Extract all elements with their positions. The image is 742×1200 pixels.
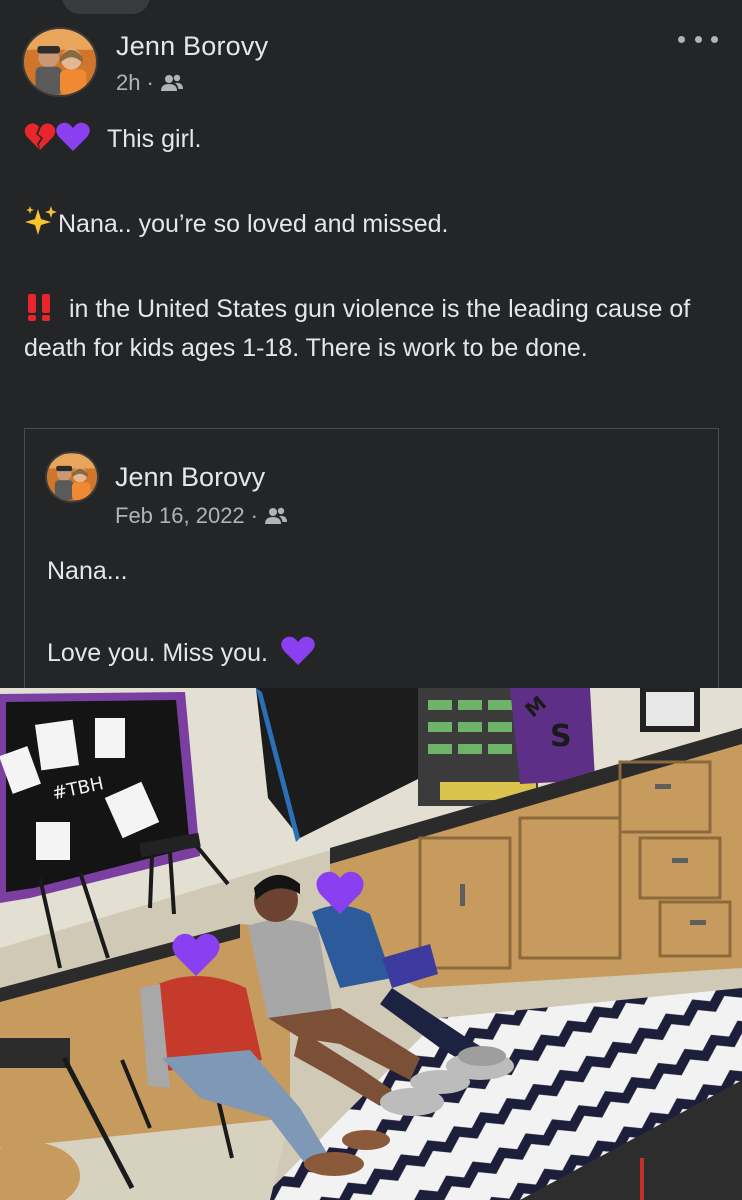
- more-dot: [711, 35, 718, 43]
- post-photo[interactable]: #TBH S M: [0, 688, 742, 1200]
- shared-date[interactable]: Feb 16, 2022: [115, 503, 245, 529]
- more-dot: [678, 35, 685, 43]
- shared-author-avatar[interactable]: [45, 451, 99, 503]
- post-time[interactable]: 2h: [116, 70, 140, 96]
- friends-icon: [160, 74, 183, 91]
- post-meta: 2h ·: [116, 70, 184, 96]
- post-line-3-text: in the United States gun violence is the…: [24, 295, 691, 362]
- friends-icon: [265, 507, 287, 524]
- avatar-photo: [24, 29, 96, 95]
- post-body: This girl. Nana.. you’re so loved and mi…: [24, 120, 724, 368]
- post-header: Jenn Borovy 2h ·: [0, 0, 742, 110]
- shared-line-2-text: Love you. Miss you.: [47, 639, 268, 667]
- shared-line-2: Love you. Miss you.: [47, 633, 315, 673]
- meta-separator: ·: [146, 70, 154, 95]
- sign-letter: S: [550, 719, 572, 754]
- purple-heart-icon: [56, 122, 90, 151]
- double-exclamation-icon: [28, 294, 50, 321]
- meta-separator: ·: [250, 503, 258, 528]
- post-line-2-text: Nana.. you’re so loved and missed.: [58, 210, 449, 238]
- post-line-2: Nana.. you’re so loved and missed.: [24, 205, 724, 244]
- shared-meta: Feb 16, 2022 ·: [115, 503, 288, 529]
- facebook-post-screen: Jenn Borovy 2h · This girl. Nana.. you’r…: [0, 0, 742, 1200]
- more-dot: [694, 35, 702, 43]
- post-line-1-text: This girl.: [106, 125, 202, 153]
- avatar-photo: [47, 453, 97, 501]
- more-options-icon[interactable]: [678, 26, 718, 52]
- post-line-3: in the United States gun violence is the…: [24, 290, 724, 368]
- shared-post-card[interactable]: Jenn Borovy Feb 16, 2022 · Nana... Love …: [24, 428, 719, 698]
- purple-heart-icon: [281, 636, 315, 665]
- post-line-1: This girl.: [24, 120, 724, 159]
- author-avatar[interactable]: [22, 27, 98, 97]
- shared-body: Nana... Love you. Miss you.: [47, 551, 315, 673]
- shared-author-name[interactable]: Jenn Borovy: [115, 462, 265, 493]
- broken-heart-icon: [24, 123, 56, 150]
- classroom-photo: #TBH S M: [0, 688, 742, 1200]
- shared-line-1: Nana...: [47, 557, 128, 585]
- sparkles-icon: [25, 206, 57, 235]
- author-name[interactable]: Jenn Borovy: [116, 31, 268, 62]
